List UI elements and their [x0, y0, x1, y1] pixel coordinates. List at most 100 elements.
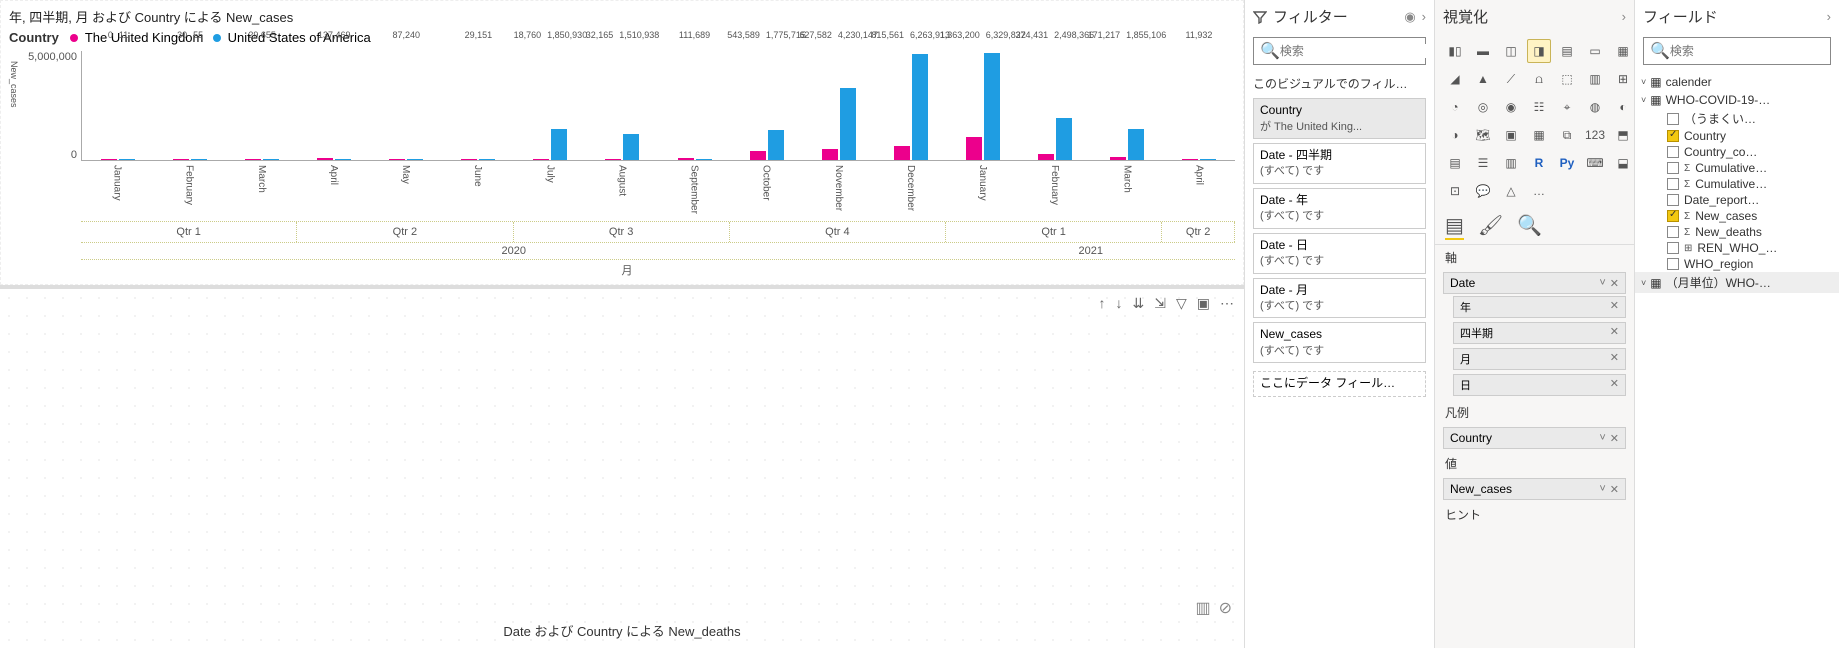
filter-card[interactable]: Date - 月(すべて) です: [1253, 278, 1426, 319]
viz-type-icon[interactable]: ▥: [1583, 67, 1607, 91]
analytics-tab-icon[interactable]: 🔍: [1517, 213, 1542, 240]
bar-group[interactable]: 111,689: [659, 50, 731, 160]
filter-card[interactable]: Date - 年(すべて) です: [1253, 188, 1426, 229]
bar-group[interactable]: 011: [82, 50, 154, 160]
viz-type-icon[interactable]: ◢: [1443, 67, 1467, 91]
bar[interactable]: [894, 146, 910, 160]
viz-type-icon[interactable]: ⬚: [1555, 67, 1579, 91]
filter-icon[interactable]: ▽: [1174, 293, 1189, 314]
eye-icon[interactable]: ◉: [1404, 9, 1415, 25]
bar[interactable]: [840, 88, 856, 160]
plot-area[interactable]: 011305529,655137,46987,24029,15118,7601,…: [81, 51, 1235, 161]
viz-type-icon[interactable]: ▮▯: [1443, 39, 1467, 63]
more-icon[interactable]: ⋯: [1218, 293, 1236, 314]
viz-type-icon[interactable]: Py: [1555, 151, 1579, 175]
field-item[interactable]: （うまくい…: [1635, 109, 1839, 128]
filter-drop-zone[interactable]: ここにデータ フィール…: [1253, 371, 1426, 397]
remove-icon[interactable]: ✕: [1610, 351, 1619, 367]
bar[interactable]: [1182, 159, 1198, 160]
bar[interactable]: [1110, 157, 1126, 160]
bar[interactable]: [551, 129, 567, 160]
field-item[interactable]: Country: [1635, 128, 1839, 144]
bar-group[interactable]: 815,5616,263,913: [875, 50, 947, 160]
axis-field-well[interactable]: Date ˅✕: [1443, 272, 1626, 294]
viz-type-icon[interactable]: …: [1527, 179, 1551, 203]
bar[interactable]: [317, 158, 333, 160]
viz-type-icon[interactable]: ▭: [1583, 39, 1607, 63]
bar-group[interactable]: 171,2171,855,106: [1091, 50, 1163, 160]
bar[interactable]: [750, 151, 766, 160]
field-checkbox[interactable]: [1667, 178, 1679, 190]
viz-type-icon[interactable]: ◔: [1443, 95, 1467, 119]
drill-up-icon[interactable]: ↑: [1097, 293, 1108, 314]
field-item[interactable]: Date_report…: [1635, 192, 1839, 208]
bar[interactable]: [1200, 159, 1216, 160]
bar[interactable]: [768, 130, 784, 160]
bar-group[interactable]: 29,655: [226, 50, 298, 160]
chart-new-cases[interactable]: 年, 四半期, 月 および Country による New_cases Coun…: [0, 0, 1244, 285]
viz-type-icon[interactable]: ▥: [1499, 151, 1523, 175]
bar[interactable]: [696, 159, 712, 160]
viz-type-icon[interactable]: 123: [1583, 123, 1607, 147]
field-checkbox[interactable]: [1667, 242, 1679, 254]
bar-group[interactable]: 1,363,2006,329,822: [947, 50, 1019, 160]
bar-group[interactable]: 11,932: [1163, 50, 1235, 160]
viz-type-icon[interactable]: ⊞: [1611, 67, 1635, 91]
bar[interactable]: [173, 159, 189, 160]
viz-type-icon[interactable]: ▤: [1555, 39, 1579, 63]
field-checkbox[interactable]: [1667, 258, 1679, 270]
bar[interactable]: [1128, 129, 1144, 160]
field-checkbox[interactable]: [1667, 146, 1679, 158]
bar[interactable]: [966, 137, 982, 160]
chevron-down-icon[interactable]: ˅: [1599, 277, 1605, 290]
bar[interactable]: [461, 159, 477, 160]
viz-type-icon[interactable]: ⊡: [1443, 179, 1467, 203]
field-item[interactable]: ΣNew_deaths: [1635, 224, 1839, 240]
filter-card[interactable]: New_cases(すべて) です: [1253, 322, 1426, 363]
filters-search[interactable]: 🔍: [1253, 37, 1426, 65]
filter-card[interactable]: Date - 日(すべて) です: [1253, 233, 1426, 274]
viz-type-icon[interactable]: ◑: [1443, 123, 1467, 147]
bar-group[interactable]: 137,469: [298, 50, 370, 160]
value-field-well[interactable]: New_cases ˅✕: [1443, 478, 1626, 500]
bar-group[interactable]: 3055: [154, 50, 226, 160]
table-header[interactable]: ˅▦（月単位）WHO-…: [1635, 272, 1839, 293]
remove-icon[interactable]: ✕: [1610, 377, 1619, 393]
viz-type-icon[interactable]: ▬: [1471, 39, 1495, 63]
collapse-icon[interactable]: ›: [1827, 9, 1831, 24]
viz-type-icon[interactable]: ◍: [1583, 95, 1607, 119]
filter-card[interactable]: Countryが The United King...: [1253, 98, 1426, 139]
viz-type-icon[interactable]: ◎: [1471, 95, 1495, 119]
fields-search-input[interactable]: [1670, 44, 1825, 58]
field-item[interactable]: ΣCumulative…: [1635, 176, 1839, 192]
chart-new-deaths[interactable]: ↑ ↓ ⇊ ⇲ ▽ ▣ ⋯ ▥ ⊘ Date および Country による N…: [0, 285, 1244, 648]
viz-type-icon[interactable]: ▲: [1471, 67, 1495, 91]
table-header[interactable]: ˅▦calender: [1635, 73, 1839, 91]
legend-field-well[interactable]: Country ˅✕: [1443, 427, 1626, 449]
chevron-down-icon[interactable]: ˅: [1599, 432, 1605, 445]
viz-type-icon[interactable]: ◫: [1499, 39, 1523, 63]
bar[interactable]: [533, 159, 549, 160]
format-tab-icon[interactable]: 🖌: [1478, 213, 1503, 240]
axis-hierarchy-level[interactable]: 月✕: [1453, 348, 1626, 370]
bar[interactable]: [191, 159, 207, 160]
viz-type-icon[interactable]: ⬓: [1611, 151, 1635, 175]
bar-group[interactable]: 32,1651,510,938: [586, 50, 658, 160]
drill-down-icon[interactable]: ↓: [1114, 293, 1125, 314]
viz-type-icon[interactable]: △: [1499, 179, 1523, 203]
chevron-down-icon[interactable]: ˅: [1599, 483, 1605, 496]
remove-icon[interactable]: ✕: [1610, 432, 1619, 445]
bar[interactable]: [101, 159, 117, 160]
field-item[interactable]: ΣNew_cases: [1635, 208, 1839, 224]
field-item[interactable]: ⊞REN_WHO_…: [1635, 240, 1839, 256]
remove-icon[interactable]: ✕: [1610, 277, 1619, 290]
bar[interactable]: [984, 53, 1000, 160]
axis-hierarchy-level[interactable]: 四半期✕: [1453, 322, 1626, 344]
bar-group[interactable]: 374,4312,498,366: [1019, 50, 1091, 160]
axis-hierarchy-level[interactable]: 日✕: [1453, 374, 1626, 396]
bar[interactable]: [912, 54, 928, 160]
viz-type-icon[interactable]: ▣: [1499, 123, 1523, 147]
viz-type-icon[interactable]: ◉: [1499, 95, 1523, 119]
bar[interactable]: [822, 149, 838, 160]
viz-type-icon[interactable]: ▦: [1611, 39, 1635, 63]
